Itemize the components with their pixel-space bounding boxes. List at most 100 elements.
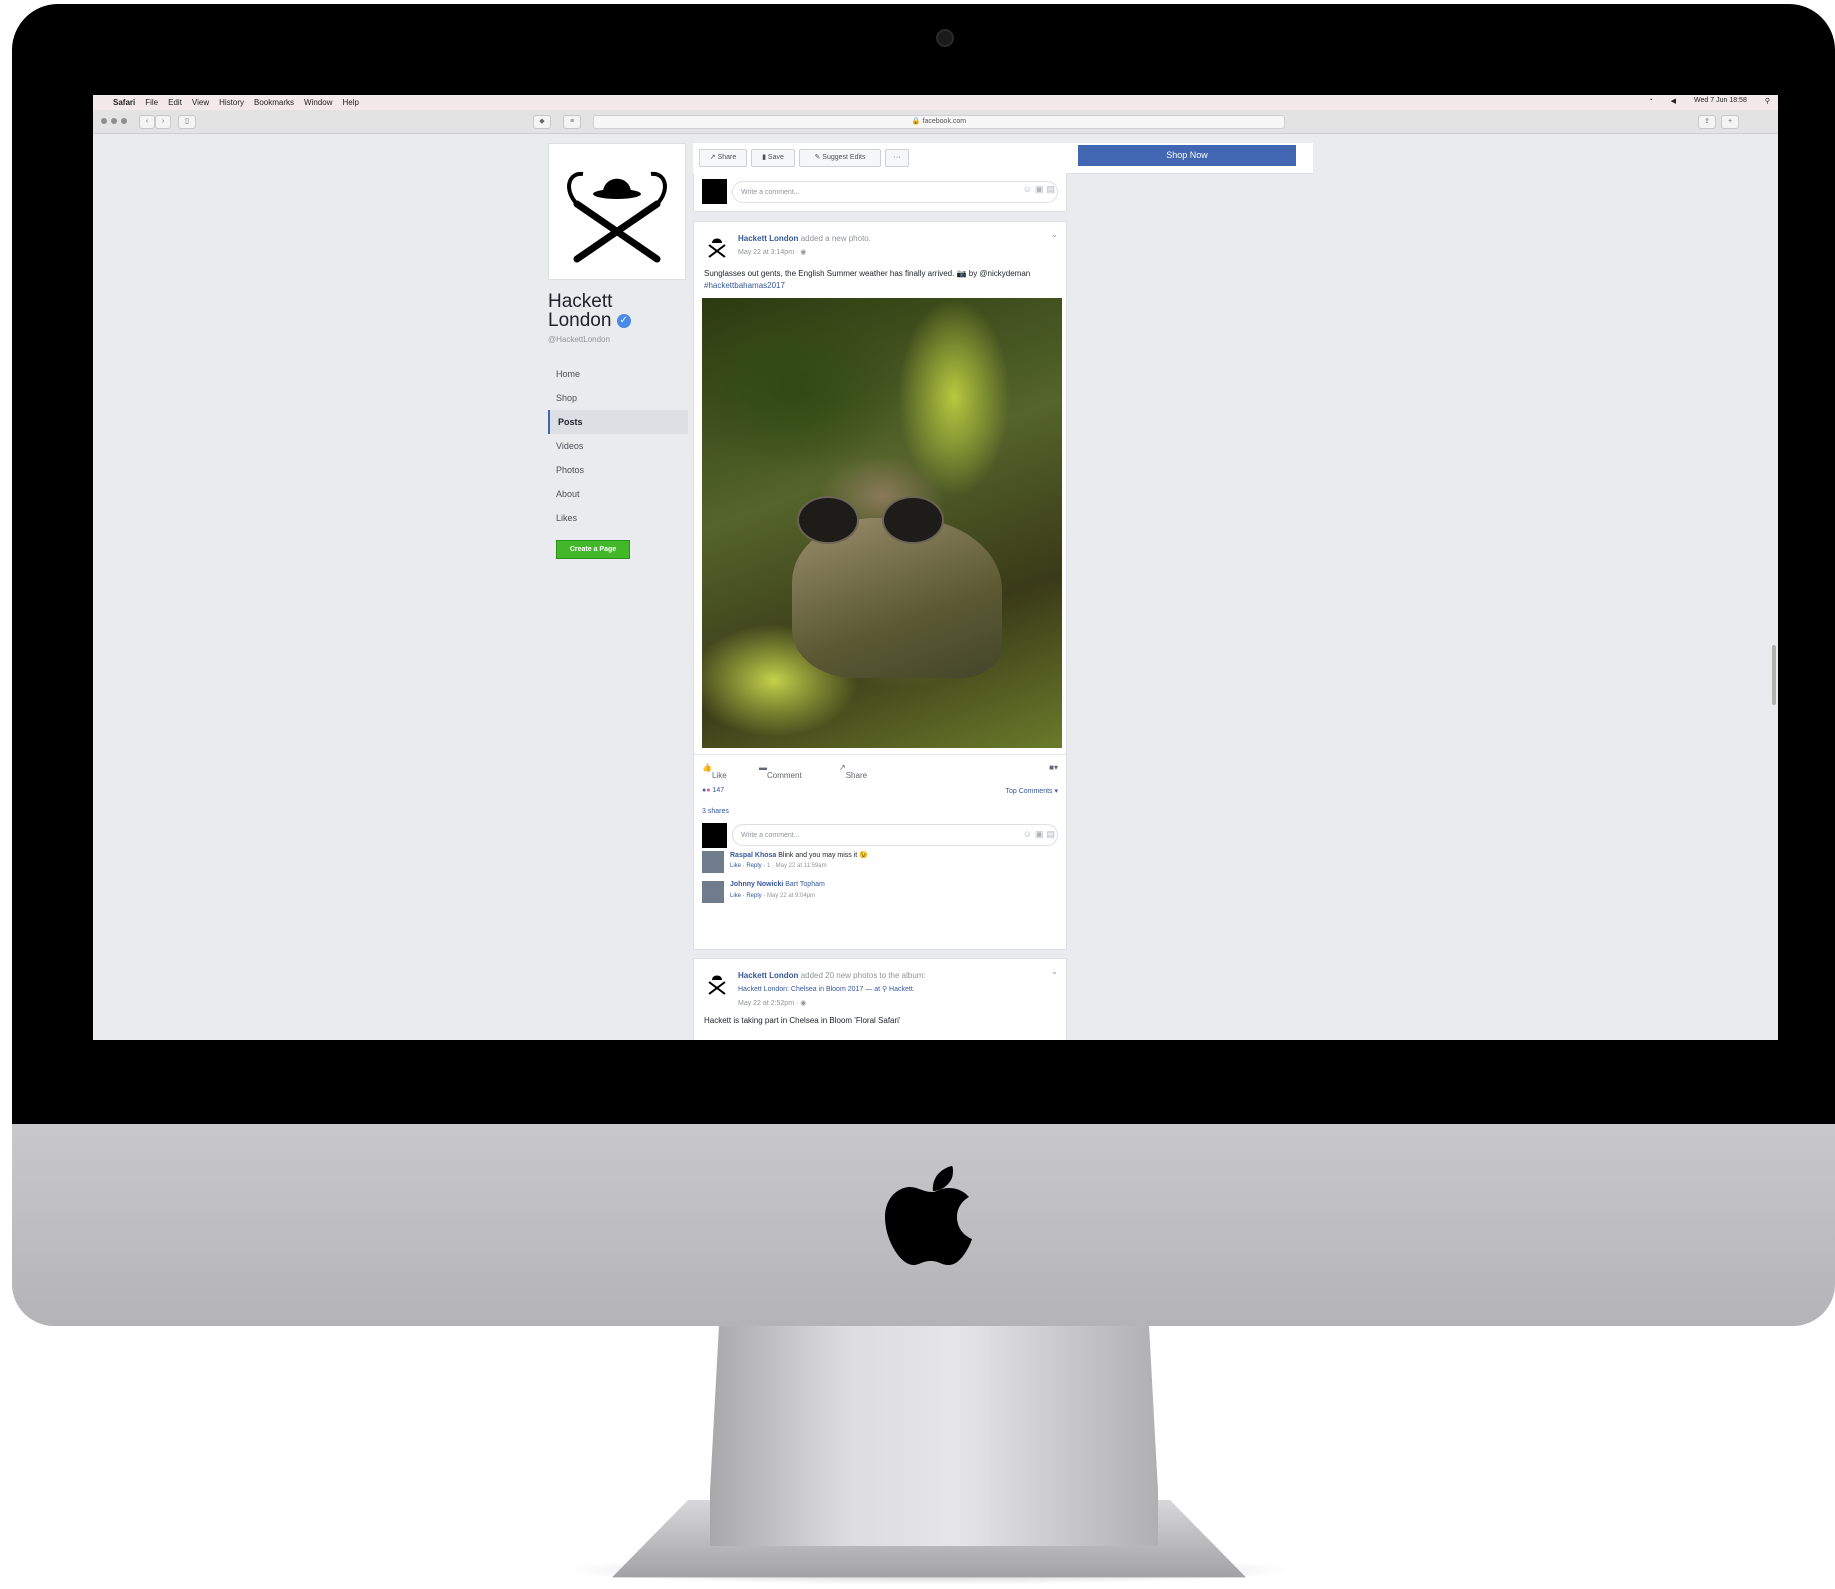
sunglasses-right-lens	[882, 496, 944, 544]
post-header: Hackett London added 20 new photos to th…	[694, 959, 1066, 1015]
share-page-label: Share	[717, 154, 737, 161]
forward-button[interactable]: ›	[155, 115, 171, 129]
commenter-name[interactable]: Raspal Khosa	[730, 852, 776, 859]
post-verb: added a new photo.	[800, 234, 871, 243]
post-author[interactable]: Hackett London added a new photo.	[738, 234, 871, 243]
close-window-button[interactable]	[101, 118, 107, 124]
save-page-button[interactable]: ▮ Save	[751, 149, 795, 167]
reaction-count[interactable]: ●● 147	[702, 787, 724, 794]
avatar[interactable]	[702, 851, 724, 873]
suggest-edits-label: Suggest Edits	[822, 154, 866, 161]
previous-post-tail: Write a comment... ☺▣▤	[693, 173, 1067, 212]
nav-item-about[interactable]: About	[548, 482, 688, 506]
shield-icon[interactable]: ◆	[533, 115, 551, 129]
page-scrollbar[interactable]	[1772, 645, 1776, 705]
nav-item-photos[interactable]: Photos	[548, 458, 688, 482]
url-text: facebook.com	[922, 118, 967, 125]
hackett-avatar-icon[interactable]	[704, 971, 730, 997]
album-link[interactable]: Hackett London: Chelsea in Bloom 2017 — …	[738, 985, 915, 993]
apple-logo-icon	[885, 1166, 972, 1265]
menubar-clock[interactable]: Wed 7 Jun 18:58	[1694, 97, 1747, 105]
new-tab-icon[interactable]: +	[1721, 115, 1739, 129]
suggest-edits-button[interactable]: ✎ Suggest Edits	[799, 149, 881, 167]
profile-picture[interactable]	[548, 143, 686, 280]
chevron-down-icon[interactable]: ⌄	[1051, 967, 1058, 976]
stand-neck	[710, 1326, 1158, 1546]
comment-button[interactable]: ▬ Comment	[759, 763, 802, 780]
browser-toolbar: ‹ › ▯ ◆ ≡ 🔒 facebook.com ⇪ +	[93, 110, 1778, 134]
like-button[interactable]: 👍 Like	[702, 763, 727, 780]
more-options-button[interactable]: ···	[885, 149, 909, 167]
nav-item-videos[interactable]: Videos	[548, 434, 688, 458]
create-page-button[interactable]: Create a Page	[556, 540, 630, 559]
post-author-name[interactable]: Hackett London	[738, 971, 798, 980]
share-label: Share	[845, 771, 868, 780]
post-hashtag[interactable]: #hackettbahamas2017	[694, 280, 1066, 292]
love-reaction-icon: ●	[706, 787, 711, 794]
back-button[interactable]: ‹	[139, 115, 155, 129]
minimize-window-button[interactable]	[111, 118, 117, 124]
post-as-selector[interactable]: ■▾	[1049, 763, 1058, 772]
zoom-window-button[interactable]	[121, 118, 127, 124]
comment-item: Johnny Nowicki Bart Topham Like · Reply …	[694, 879, 1066, 909]
comment-label: Comment	[767, 771, 802, 780]
comment-body: Blink and you may miss it 😉	[778, 852, 868, 859]
post-verb: added 20 new photos to the album:	[800, 971, 926, 980]
nav-item-likes[interactable]: Likes	[548, 506, 688, 530]
post-header: Hackett London added a new photo. May 22…	[694, 222, 1066, 268]
reader-icon[interactable]: ≡	[563, 115, 581, 129]
comment-like-reply[interactable]: Like · Reply ·	[730, 863, 767, 869]
post-timestamp[interactable]: May 22 at 2:52pm · ◉	[738, 999, 806, 1007]
shop-now-button[interactable]: Shop Now	[1078, 145, 1296, 166]
post-author-name[interactable]: Hackett London	[738, 234, 798, 243]
share-button[interactable]: ↗ Share	[839, 763, 867, 780]
volume-icon[interactable]: ◀	[1671, 97, 1676, 105]
menu-bookmarks[interactable]: Bookmarks	[254, 98, 294, 107]
menu-edit[interactable]: Edit	[168, 98, 182, 107]
menu-file[interactable]: File	[145, 98, 158, 107]
nav-item-home[interactable]: Home	[548, 362, 688, 386]
status-area: ◔ ◀ Wed 7 Jun 18:58 ⚲	[1638, 97, 1770, 105]
comment-item: Raspal Khosa Blink and you may miss it 😉…	[694, 849, 1066, 879]
save-page-label: Save	[767, 154, 784, 161]
page-title-line2: London	[548, 310, 612, 331]
menu-history[interactable]: History	[219, 98, 244, 107]
wifi-icon[interactable]: ◔	[1648, 97, 1652, 105]
post-photo[interactable]	[702, 298, 1062, 748]
page-sidebar: Hackett London ✓ @HackettLondon Home Sho…	[548, 143, 688, 559]
top-comments-selector[interactable]: Top Comments ▾	[1005, 787, 1058, 795]
post-card: Hackett London added 20 new photos to th…	[693, 958, 1067, 1040]
page-handle[interactable]: @HackettLondon	[548, 335, 688, 344]
comment-tools-icon[interactable]: ☺▣▤	[1023, 829, 1058, 840]
share-page-button[interactable]: ↗ Share	[699, 149, 747, 167]
shares-link[interactable]: 3 shares	[694, 803, 1066, 821]
nav-item-shop[interactable]: Shop	[548, 386, 688, 410]
address-bar[interactable]: 🔒 facebook.com	[593, 115, 1285, 129]
imac-device: Safari File Edit View History Bookmarks …	[0, 0, 1835, 1589]
verified-badge-icon: ✓	[616, 313, 631, 328]
post-author[interactable]: Hackett London added 20 new photos to th…	[738, 971, 926, 980]
menu-view[interactable]: View	[192, 98, 209, 107]
comment-text: Raspal Khosa Blink and you may miss it 😉	[730, 851, 868, 859]
nav-item-posts[interactable]: Posts	[548, 410, 688, 434]
share-sheet-icon[interactable]: ⇪	[1698, 115, 1716, 129]
avatar	[702, 823, 727, 848]
sidebar-toggle-icon[interactable]: ▯	[178, 115, 196, 129]
page-nav: Home Shop Posts Videos Photos About Like…	[548, 362, 688, 530]
hackett-avatar-icon[interactable]	[704, 234, 730, 260]
menu-help[interactable]: Help	[342, 98, 358, 107]
avatar[interactable]	[702, 881, 724, 903]
spotlight-icon[interactable]: ⚲	[1765, 97, 1770, 105]
comment-tools-icon[interactable]: ☺▣▤	[1023, 184, 1058, 195]
menu-window[interactable]: Window	[304, 98, 332, 107]
camera-icon	[936, 29, 954, 47]
comment-like-reply[interactable]: Like · Reply ·	[730, 893, 767, 899]
post-timestamp[interactable]: May 22 at 3:14pm · ◉	[738, 248, 806, 256]
post-text: Hackett is taking part in Chelsea in Blo…	[704, 1016, 901, 1025]
chevron-down-icon[interactable]: ⌄	[1051, 230, 1058, 239]
comment-input[interactable]: Write a comment...	[732, 824, 1058, 846]
page-title: Hackett London ✓	[548, 292, 688, 330]
commenter-name[interactable]: Johnny Nowicki	[730, 881, 783, 888]
menu-safari[interactable]: Safari	[113, 98, 135, 107]
comment-input[interactable]: Write a comment...	[732, 181, 1058, 203]
